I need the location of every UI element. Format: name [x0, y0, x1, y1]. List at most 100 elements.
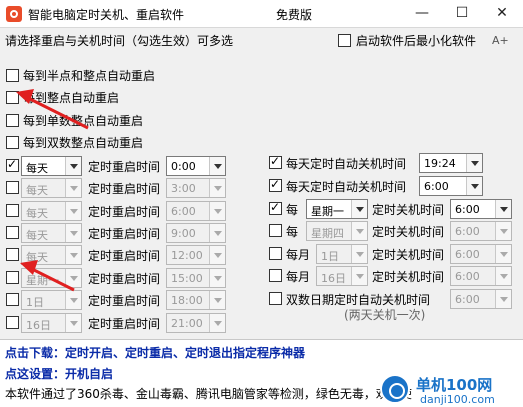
quick-restart-checkbox[interactable] [6, 136, 19, 149]
shutdown-row-checkbox[interactable] [269, 292, 282, 305]
shutdown-freq-value: 星期一 [311, 205, 344, 218]
shutdown-freq-value: 16日 [321, 272, 346, 285]
shutdown-time-select[interactable]: 6:00 [450, 289, 512, 309]
maximize-icon[interactable]: ☐ [442, 0, 482, 28]
shutdown-prefix: 每 [286, 225, 299, 239]
chevron-down-icon[interactable] [65, 314, 81, 332]
shutdown-freq-select[interactable]: 16日 [316, 266, 368, 286]
restart-freq-select[interactable]: 每天 [21, 156, 82, 176]
restart-time-value: 15:00 [171, 272, 203, 285]
shutdown-time-select[interactable]: 6:00 [419, 176, 483, 196]
restart-time-select[interactable]: 6:00 [166, 201, 226, 221]
restart-time-select[interactable]: 18:00 [166, 290, 226, 310]
shutdown-time-value: 6:00 [455, 293, 480, 306]
restart-time-label: 定时重启时间 [88, 249, 161, 263]
shutdown-row-checkbox[interactable] [269, 247, 282, 260]
window-title: 智能电脑定时关机、重启软件 [28, 8, 185, 22]
restart-time-select[interactable]: 0:00 [166, 156, 226, 176]
shutdown-freq-select[interactable]: 星期一 [306, 199, 368, 219]
chevron-down-icon[interactable] [466, 177, 482, 195]
chevron-down-icon[interactable] [209, 202, 225, 220]
shutdown-freq-select[interactable]: 星期四 [306, 221, 368, 241]
chevron-down-icon[interactable] [209, 224, 225, 242]
restart-row-checkbox[interactable] [6, 316, 19, 329]
autostart-link[interactable]: 点这设置：开机自启 [5, 365, 113, 382]
quick-restart-checkbox[interactable] [6, 91, 19, 104]
restart-time-select[interactable]: 9:00 [166, 223, 226, 243]
download-link[interactable]: 点击下载：定时开启、定时重启、定时退出指定程序神器 [5, 344, 305, 361]
chevron-down-icon[interactable] [209, 157, 225, 175]
restart-freq-select[interactable]: 星期一 [21, 268, 82, 288]
restart-row-checkbox[interactable] [6, 293, 19, 306]
chevron-down-icon[interactable] [209, 314, 225, 332]
shutdown-time-select[interactable]: 6:00 [450, 244, 512, 264]
chevron-down-icon[interactable] [209, 179, 225, 197]
shutdown-freq-select[interactable]: 1日 [316, 244, 368, 264]
chevron-down-icon[interactable] [65, 246, 81, 264]
restart-time-value: 12:00 [171, 249, 203, 262]
restart-freq-select[interactable]: 1日 [21, 290, 82, 310]
chevron-down-icon[interactable] [495, 290, 511, 308]
restart-freq-value: 每天 [26, 229, 48, 242]
shutdown-row-checkbox[interactable] [269, 224, 282, 237]
watermark: 单机100网 danji100.com [380, 372, 523, 407]
bottom-panel: 点击下载：定时开启、定时重启、定时退出指定程序神器 点这设置：开机自启 本软件通… [0, 339, 523, 407]
shutdown-time-select[interactable]: 6:00 [450, 266, 512, 286]
restart-freq-select[interactable]: 每天 [21, 245, 82, 265]
restart-freq-select[interactable]: 16日 [21, 313, 82, 333]
chevron-down-icon[interactable] [351, 200, 367, 218]
restart-time-label: 定时重启时间 [88, 205, 161, 219]
restart-freq-select[interactable]: 每天 [21, 178, 82, 198]
chevron-down-icon[interactable] [351, 222, 367, 240]
chevron-down-icon[interactable] [209, 269, 225, 287]
shutdown-time-select[interactable]: 19:24 [419, 153, 483, 173]
quick-restart-label: 每到半点和整点自动重启 [23, 69, 156, 83]
shutdown-row-checkbox[interactable] [269, 269, 282, 282]
restart-row-checkbox[interactable] [6, 181, 19, 194]
shutdown-row-checkbox[interactable] [269, 200, 282, 215]
restart-row-checkbox[interactable] [6, 271, 19, 284]
restart-row-checkbox[interactable] [6, 204, 19, 217]
chevron-down-icon[interactable] [209, 291, 225, 309]
chevron-down-icon[interactable] [466, 154, 482, 172]
shutdown-time-value: 19:24 [424, 157, 456, 170]
chevron-down-icon[interactable] [495, 222, 511, 240]
shutdown-row-checkbox[interactable] [269, 177, 282, 192]
restart-row-checkbox[interactable] [6, 248, 19, 261]
minimize-icon[interactable]: — [402, 0, 442, 28]
shutdown-time-select[interactable]: 6:00 [450, 221, 512, 241]
chevron-down-icon[interactable] [65, 291, 81, 309]
restart-time-label: 定时重启时间 [88, 294, 161, 308]
restart-time-select[interactable]: 15:00 [166, 268, 226, 288]
shutdown-time-select[interactable]: 6:00 [450, 199, 512, 219]
instruction-text: 请选择重启与关机时间（勾选生效）可多选 [5, 34, 234, 48]
chevron-down-icon[interactable] [65, 269, 81, 287]
restart-time-select[interactable]: 3:00 [166, 178, 226, 198]
quick-restart-label: 每到整点自动重启 [23, 91, 120, 105]
chevron-down-icon[interactable] [65, 224, 81, 242]
chevron-down-icon[interactable] [495, 200, 511, 218]
chevron-down-icon[interactable] [351, 245, 367, 263]
chevron-down-icon[interactable] [495, 267, 511, 285]
quick-restart-checkbox[interactable] [6, 114, 19, 127]
restart-row-checkbox[interactable] [6, 157, 19, 172]
close-icon[interactable]: ✕ [482, 0, 522, 28]
restart-freq-value: 每天 [26, 184, 48, 197]
shutdown-time-value: 6:00 [455, 270, 480, 283]
shutdown-row-checkbox[interactable] [269, 154, 282, 169]
chevron-down-icon[interactable] [351, 267, 367, 285]
restart-freq-select[interactable]: 每天 [21, 201, 82, 221]
chevron-down-icon[interactable] [65, 179, 81, 197]
restart-time-select[interactable]: 12:00 [166, 245, 226, 265]
chevron-down-icon[interactable] [65, 157, 81, 175]
restart-row-checkbox[interactable] [6, 226, 19, 239]
quick-restart-checkbox[interactable] [6, 69, 19, 82]
restart-freq-select[interactable]: 每天 [21, 223, 82, 243]
chevron-down-icon[interactable] [65, 202, 81, 220]
chevron-down-icon[interactable] [209, 246, 225, 264]
restart-time-select[interactable]: 21:00 [166, 313, 226, 333]
font-size-button[interactable]: A+ [492, 34, 509, 47]
startup-minimize-checkbox[interactable] [338, 34, 351, 47]
restart-time-label: 定时重启时间 [88, 272, 161, 286]
chevron-down-icon[interactable] [495, 245, 511, 263]
